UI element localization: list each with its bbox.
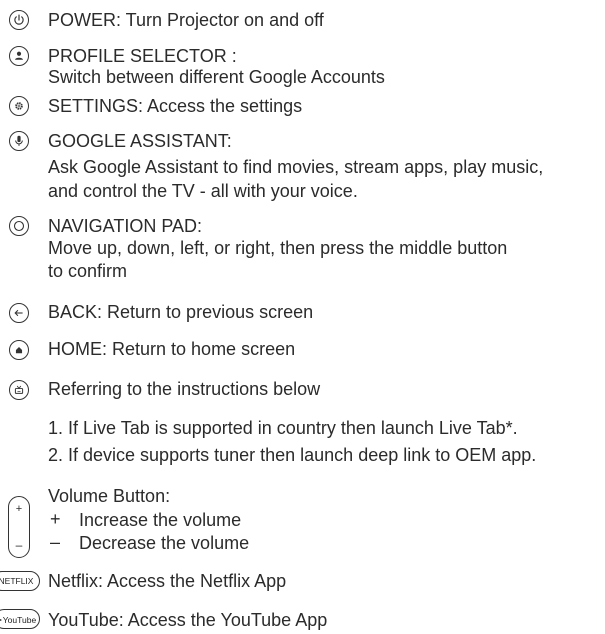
back-label: BACK: Return to previous screen <box>48 302 314 322</box>
live-tab-instruction-2: 2. If device supports tuner then launch … <box>48 445 537 465</box>
profile-selector-label: PROFILE SELECTOR : <box>48 46 237 66</box>
navigation-pad-icon <box>9 216 29 236</box>
live-tab-instruction-1: 1. If Live Tab is supported in country t… <box>48 418 518 438</box>
settings-label: SETTINGS: Access the settings <box>48 96 303 116</box>
youtube-play-icon <box>0 617 2 622</box>
youtube-badge-icon: YouTube <box>0 609 40 629</box>
volume-label: Volume Button: <box>48 486 171 506</box>
back-arrow-icon <box>9 303 29 323</box>
tv-icon <box>9 380 29 400</box>
google-assistant-desc-line1: Ask Google Assistant to find movies, str… <box>48 157 544 177</box>
profile-icon <box>9 46 29 66</box>
youtube-label: YouTube: Access the YouTube App <box>48 610 328 630</box>
home-label: HOME: Return to home screen <box>48 339 296 359</box>
microphone-icon <box>9 131 29 151</box>
navigation-pad-label: NAVIGATION PAD: <box>48 216 203 236</box>
netflix-badge-icon: NETFLIX <box>0 571 40 591</box>
google-assistant-label: GOOGLE ASSISTANT: <box>48 131 232 151</box>
volume-minus-symbol: – <box>50 532 61 552</box>
volume-increase-text: Increase the volume <box>79 510 242 530</box>
volume-rocker-icon: + – <box>8 496 30 558</box>
settings-icon <box>9 96 29 116</box>
volume-plus-symbol: + <box>50 509 61 529</box>
navigation-pad-desc-line2: to confirm <box>48 261 128 281</box>
netflix-label: Netflix: Access the Netflix App <box>48 571 287 591</box>
live-tab-label: Referring to the instructions below <box>48 379 321 399</box>
profile-selector-desc: Switch between different Google Accounts <box>48 67 385 87</box>
volume-decrease-text: Decrease the volume <box>79 533 250 553</box>
home-icon <box>9 340 29 360</box>
power-label: POWER: Turn Projector on and off <box>48 10 324 30</box>
volume-rocker-plus: + <box>15 503 23 515</box>
youtube-badge-text: YouTube <box>2 614 37 625</box>
volume-rocker-minus: – <box>15 538 23 552</box>
navigation-pad-desc-line1: Move up, down, left, or right, then pres… <box>48 238 508 258</box>
google-assistant-desc-line2: and control the TV - all with your voice… <box>48 181 358 201</box>
power-icon <box>9 10 29 30</box>
